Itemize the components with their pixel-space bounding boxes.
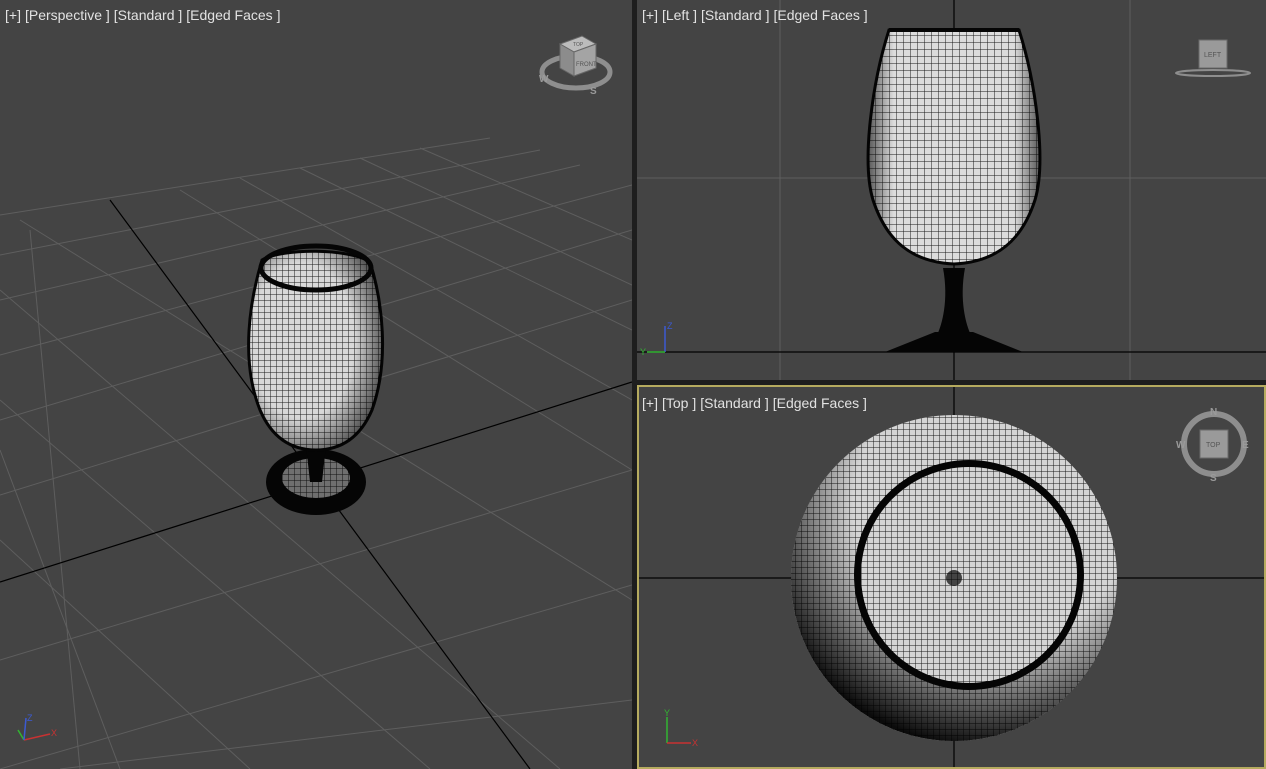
- axis-z-label: Z: [667, 321, 673, 331]
- viewport-top[interactable]: [+] [Top ] [Standard ] [Edged Faces ] TOP N…: [637, 385, 1266, 769]
- viewport-menu-button[interactable]: [+]: [642, 395, 658, 411]
- viewcube-top-face[interactable]: TOP: [573, 42, 584, 48]
- compass-west[interactable]: W: [539, 74, 549, 85]
- viewcube-left[interactable]: LEFT: [1173, 38, 1253, 80]
- axis-tripod-perspective: X Z: [17, 713, 57, 741]
- shading-mode-button[interactable]: [Standard ]: [114, 7, 183, 23]
- wine-glass-top[interactable]: [791, 415, 1117, 741]
- compass-south[interactable]: S: [590, 86, 597, 97]
- shading-mode-button[interactable]: [Standard ]: [701, 7, 770, 23]
- compass-west[interactable]: W: [1176, 440, 1186, 451]
- left-grid: [637, 0, 1266, 380]
- viewport-left[interactable]: [+] [Left ] [Standard ] [Edged Faces ] LEFT…: [637, 0, 1266, 380]
- axis-x-label: X: [692, 738, 698, 748]
- viewport-label-top: [+] [Top ] [Standard ] [Edged Faces ]: [642, 395, 871, 411]
- viewcube-left-face[interactable]: LEFT: [1204, 52, 1222, 59]
- axis-y-label: Y: [664, 708, 670, 718]
- display-mode-button[interactable]: [Edged Faces ]: [773, 395, 867, 411]
- perspective-grid: [0, 137, 632, 769]
- view-mode-button[interactable]: [Left ]: [662, 7, 697, 23]
- axis-tripod-top: Y X: [664, 708, 698, 748]
- viewcube-perspective[interactable]: TOP FRONT W S: [536, 30, 616, 98]
- axis-x-label: X: [51, 728, 57, 738]
- compass-north[interactable]: N: [1210, 407, 1217, 418]
- display-mode-button[interactable]: [Edged Faces ]: [774, 7, 868, 23]
- viewcube-top-face[interactable]: TOP: [1206, 442, 1221, 449]
- axis-y-label: Y: [640, 347, 646, 357]
- viewport-menu-button[interactable]: [+]: [5, 7, 21, 23]
- compass-south[interactable]: S: [1210, 473, 1217, 483]
- wine-glass-perspective[interactable]: [247, 243, 384, 515]
- viewport-label-left: [+] [Left ] [Standard ] [Edged Faces ]: [642, 7, 872, 23]
- compass-east[interactable]: E: [1242, 440, 1249, 451]
- wine-glass-left[interactable]: [866, 28, 1042, 352]
- display-mode-button[interactable]: [Edged Faces ]: [186, 7, 280, 23]
- viewport-menu-button[interactable]: [+]: [642, 7, 658, 23]
- axis-z-label: Z: [27, 713, 33, 723]
- viewport-perspective[interactable]: [+] [Perspective ] [Standard ] [Edged Faces…: [0, 0, 632, 769]
- top-grid: [639, 387, 1264, 767]
- shading-mode-button[interactable]: [Standard ]: [700, 395, 769, 411]
- view-mode-button[interactable]: [Perspective ]: [25, 7, 110, 23]
- viewcube-top[interactable]: TOP N S E W: [1176, 405, 1252, 483]
- viewport-label-perspective: [+] [Perspective ] [Standard ] [Edged Faces…: [5, 7, 284, 23]
- axis-tripod-left: Z Y: [640, 321, 673, 357]
- view-mode-button[interactable]: [Top ]: [662, 395, 696, 411]
- viewcube-front-face[interactable]: FRONT: [576, 62, 597, 68]
